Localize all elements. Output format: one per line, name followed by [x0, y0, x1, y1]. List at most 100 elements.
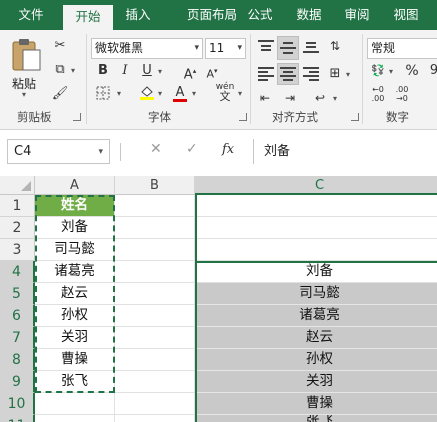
- fill-color-dropdown-icon[interactable]: ▾: [158, 89, 162, 98]
- cell-c5[interactable]: 司马懿: [195, 283, 437, 305]
- cell-a10[interactable]: [35, 393, 115, 415]
- underline-dropdown-icon[interactable]: ▾: [158, 67, 162, 76]
- cell-c7[interactable]: 赵云: [195, 327, 437, 349]
- cell-b2[interactable]: [115, 217, 195, 239]
- italic-button[interactable]: I: [115, 61, 135, 81]
- cell-c4-active[interactable]: 刘备: [195, 261, 437, 283]
- shrink-font-button[interactable]: A▾: [202, 61, 222, 81]
- formula-input[interactable]: 刘备: [253, 139, 437, 164]
- cell-a1[interactable]: 姓名: [35, 195, 115, 217]
- cell-a6[interactable]: 孙权: [35, 305, 115, 327]
- merge-center-icon[interactable]: ⊞: [325, 64, 345, 84]
- paste-button[interactable]: 粘贴 ▾: [8, 38, 44, 99]
- cell-b1[interactable]: [115, 195, 195, 217]
- row-header-1[interactable]: 1: [0, 195, 35, 217]
- cell-b8[interactable]: [115, 349, 195, 371]
- alignment-launcher-icon[interactable]: [351, 113, 359, 121]
- underline-button[interactable]: U: [137, 61, 157, 81]
- increase-indent-icon[interactable]: ⇥: [280, 88, 300, 108]
- cell-c10[interactable]: 曹操: [195, 393, 437, 415]
- tab-formulas[interactable]: 公式: [240, 0, 280, 30]
- borders-icon[interactable]: [93, 83, 113, 103]
- decrease-indent-icon[interactable]: ⇤: [255, 88, 275, 108]
- cut-icon[interactable]: ✂: [50, 36, 70, 56]
- orientation-icon[interactable]: ⇅: [325, 36, 345, 56]
- cell-a11[interactable]: [35, 415, 115, 422]
- percent-button[interactable]: %: [402, 61, 422, 81]
- cancel-icon[interactable]: ✕: [150, 141, 162, 157]
- align-left-icon[interactable]: [258, 67, 274, 81]
- cell-b3[interactable]: [115, 239, 195, 261]
- tab-home[interactable]: 开始: [63, 5, 113, 30]
- cell-c3[interactable]: [195, 239, 437, 261]
- align-top-icon[interactable]: [258, 40, 274, 54]
- column-header-b[interactable]: B: [115, 176, 195, 195]
- phonetic-dropdown-icon[interactable]: ▾: [238, 89, 242, 98]
- wrap-text-icon[interactable]: ↩: [310, 88, 330, 108]
- row-header-5[interactable]: 5: [0, 283, 35, 305]
- clipboard-launcher-icon[interactable]: [73, 113, 81, 121]
- orientation-dropdown-icon[interactable]: ▾: [333, 94, 337, 103]
- row-header-7[interactable]: 7: [0, 327, 35, 349]
- cell-a2[interactable]: 刘备: [35, 217, 115, 239]
- align-right-icon[interactable]: [303, 67, 319, 81]
- decrease-decimal-icon[interactable]: .00 →0: [392, 85, 412, 105]
- cell-a3[interactable]: 司马懿: [35, 239, 115, 261]
- phonetic-button[interactable]: wén 文: [213, 82, 237, 102]
- copy-icon[interactable]: ⧉: [50, 60, 70, 80]
- cell-c9[interactable]: 关羽: [195, 371, 437, 393]
- cell-a9[interactable]: 张飞: [35, 371, 115, 393]
- row-header-3[interactable]: 3: [0, 239, 35, 261]
- cell-a5[interactable]: 赵云: [35, 283, 115, 305]
- tab-view[interactable]: 视图: [386, 0, 426, 30]
- column-header-c[interactable]: C: [195, 176, 437, 195]
- tab-file[interactable]: 文件: [8, 0, 54, 30]
- bold-button[interactable]: B: [93, 61, 113, 81]
- row-header-8[interactable]: 8: [0, 349, 35, 371]
- align-bottom-icon[interactable]: [303, 40, 319, 54]
- grow-font-button[interactable]: A▴: [180, 61, 200, 82]
- font-color-dropdown-icon[interactable]: ▾: [192, 89, 196, 98]
- column-header-a[interactable]: A: [35, 176, 115, 195]
- row-header-4[interactable]: 4: [0, 261, 35, 283]
- font-launcher-icon[interactable]: [239, 113, 247, 121]
- font-size-select[interactable]: 11 ▾: [205, 38, 246, 59]
- increase-decimal-icon[interactable]: ←0.00: [368, 85, 388, 105]
- tab-review[interactable]: 审阅: [337, 0, 377, 30]
- cell-a8[interactable]: 曹操: [35, 349, 115, 371]
- borders-dropdown-icon[interactable]: ▾: [117, 89, 121, 98]
- cell-a7[interactable]: 关羽: [35, 327, 115, 349]
- format-painter-icon[interactable]: 🖌: [50, 84, 70, 104]
- tab-data[interactable]: 数据: [289, 0, 329, 30]
- font-name-select[interactable]: 微软雅黑 ▾: [91, 38, 203, 59]
- fill-color-icon[interactable]: [137, 83, 157, 103]
- insert-function-button[interactable]: fx: [222, 142, 234, 157]
- align-middle-button[interactable]: [277, 36, 299, 60]
- row-header-6[interactable]: 6: [0, 305, 35, 327]
- accounting-format-icon[interactable]: 💱: [368, 61, 388, 81]
- cell-b11[interactable]: [115, 415, 195, 422]
- cell-b7[interactable]: [115, 327, 195, 349]
- row-header-9[interactable]: 9: [0, 371, 35, 393]
- comma-style-button[interactable]: 9: [424, 61, 437, 81]
- font-color-button[interactable]: A: [170, 83, 190, 103]
- number-format-select[interactable]: 常规: [367, 38, 437, 59]
- cell-c2[interactable]: [195, 217, 437, 239]
- cell-b4[interactable]: [115, 261, 195, 283]
- paste-dropdown-icon[interactable]: ▾: [22, 90, 26, 99]
- accounting-dropdown-icon[interactable]: ▾: [389, 67, 393, 76]
- cell-c8[interactable]: 孙权: [195, 349, 437, 371]
- cell-b5[interactable]: [115, 283, 195, 305]
- cell-c6[interactable]: 诸葛亮: [195, 305, 437, 327]
- row-header-11[interactable]: 11: [0, 415, 35, 422]
- row-header-2[interactable]: 2: [0, 217, 35, 239]
- align-center-button[interactable]: [277, 63, 299, 85]
- name-box[interactable]: C4 ▾: [7, 139, 110, 164]
- enter-icon[interactable]: ✓: [186, 141, 198, 157]
- cell-a4[interactable]: 诸葛亮: [35, 261, 115, 283]
- row-header-10[interactable]: 10: [0, 393, 35, 415]
- cell-c11[interactable]: 张飞: [195, 415, 437, 422]
- cell-b9[interactable]: [115, 371, 195, 393]
- tab-insert[interactable]: 插入: [118, 0, 158, 30]
- select-all-button[interactable]: [0, 176, 35, 195]
